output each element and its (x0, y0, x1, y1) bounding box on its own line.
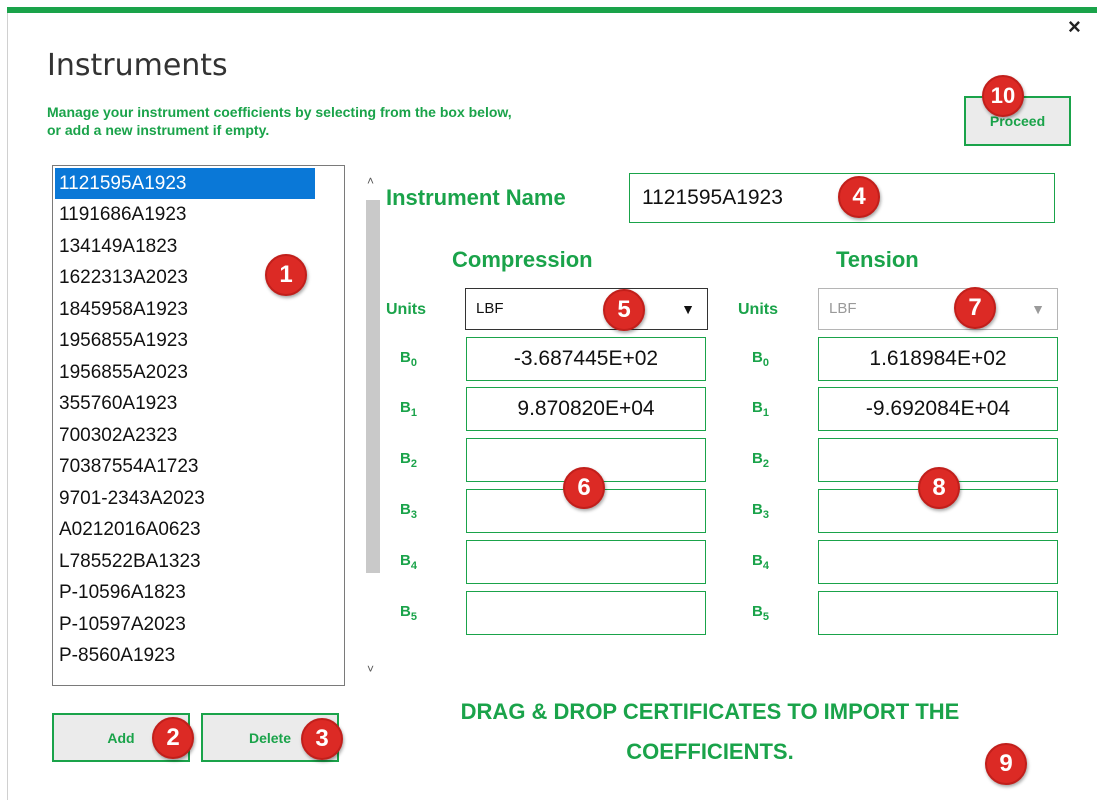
scroll-down-arrow-icon[interactable]: ˅ (367, 662, 374, 676)
compression-coef-label-b0: B0 (400, 349, 417, 369)
coef-label-subscript: 2 (410, 458, 417, 470)
list-item[interactable]: L785522BA1323 (55, 546, 315, 578)
list-item[interactable]: 1956855A2023 (55, 357, 315, 389)
coef-label-letter: B (752, 603, 763, 620)
tension-units-label: Units (738, 301, 778, 318)
compression-coef-input-b5[interactable] (466, 591, 706, 635)
tension-coef-label-b5: B5 (752, 603, 769, 623)
window-top-border (0, 0, 1097, 13)
window-left-border (7, 13, 8, 800)
instrument-listbox[interactable]: 1121595A1923 1191686A1923 134149A1823 16223… (52, 165, 380, 686)
coef-label-letter: B (400, 399, 411, 416)
compression-coef-input-b1[interactable]: 9.870820E+04 (466, 387, 706, 431)
list-item[interactable]: 70387554A1723 (55, 451, 315, 483)
annotation-badge-10: 10 (982, 75, 1024, 117)
coef-label-subscript: 5 (762, 611, 769, 623)
close-icon[interactable]: × (1068, 16, 1081, 38)
list-item[interactable]: 1191686A1923 (55, 199, 315, 231)
coef-label-subscript: 5 (410, 611, 417, 623)
compression-coef-label-b3: B3 (400, 501, 417, 521)
list-item[interactable]: 1845958A1923 (55, 294, 315, 326)
coef-label-subscript: 1 (762, 407, 769, 419)
coef-label-letter: B (400, 603, 411, 620)
coef-label-subscript: 0 (762, 357, 769, 369)
coef-label-letter: B (752, 399, 763, 416)
annotation-badge-3: 3 (301, 718, 343, 760)
instructions-text: Manage your instrument coefficients by s… (47, 103, 687, 139)
tension-coef-input-b5[interactable] (818, 591, 1058, 635)
scroll-up-arrow-icon[interactable]: ˄ (367, 174, 374, 188)
compression-units-value: LBF (476, 300, 504, 317)
tension-units-value: LBF (829, 300, 857, 317)
annotation-badge-4: 4 (838, 176, 880, 218)
coef-label-letter: B (400, 552, 411, 569)
list-item[interactable]: 9701-2343A2023 (55, 483, 315, 515)
listbox-scrollbar[interactable]: ˄ ˅ (363, 168, 383, 683)
instructions-line-2: or add a new instrument if empty. (47, 122, 270, 138)
instructions-line-1: Manage your instrument coefficients by s… (47, 104, 512, 120)
tension-title: Tension (836, 247, 919, 272)
page-title: Instruments (47, 48, 228, 83)
coef-label-subscript: 4 (762, 560, 769, 572)
coef-label-letter: B (752, 552, 763, 569)
coef-label-letter: B (400, 450, 411, 467)
compression-units-label: Units (386, 301, 426, 318)
coef-label-subscript: 3 (410, 509, 417, 521)
tension-coef-label-b1: B1 (752, 399, 769, 419)
instrument-list-items: 1121595A1923 1191686A1923 134149A1823 16223… (55, 168, 315, 672)
scroll-thumb[interactable] (366, 200, 380, 573)
compression-coef-label-b4: B4 (400, 552, 417, 572)
list-item[interactable]: P-10597A2023 (55, 609, 315, 641)
list-item[interactable]: P-8560A1923 (55, 640, 315, 672)
compression-coef-label-b5: B5 (400, 603, 417, 623)
tension-coef-label-b3: B3 (752, 501, 769, 521)
coef-label-subscript: 3 (762, 509, 769, 521)
annotation-badge-9: 9 (985, 743, 1027, 785)
tension-coef-input-b0[interactable]: 1.618984E+02 (818, 337, 1058, 381)
coef-label-subscript: 2 (762, 458, 769, 470)
list-item[interactable]: 1121595A1923 (55, 168, 315, 199)
coef-label-subscript: 0 (410, 357, 417, 369)
list-item[interactable]: 355760A1923 (55, 388, 315, 420)
tension-units-select: LBF ▼ (818, 288, 1058, 330)
compression-coef-input-b4[interactable] (466, 540, 706, 584)
compression-units-select[interactable]: LBF ▼ (465, 288, 708, 330)
coef-label-subscript: 1 (410, 407, 417, 419)
list-item[interactable]: 1956855A1923 (55, 325, 315, 357)
tension-coef-label-b0: B0 (752, 349, 769, 369)
coef-label-subscript: 4 (410, 560, 417, 572)
coef-label-letter: B (400, 349, 411, 366)
annotation-badge-6: 6 (563, 467, 605, 509)
annotation-badge-2: 2 (152, 717, 194, 759)
drag-drop-zone[interactable]: DRAG & DROP CERTIFICATES TO IMPORT THE C… (380, 692, 1040, 772)
instrument-name-label: Instrument Name (386, 185, 566, 210)
tension-coef-label-b2: B2 (752, 450, 769, 470)
coef-label-letter: B (752, 349, 763, 366)
chevron-down-icon[interactable]: ▼ (681, 289, 695, 329)
drag-drop-line-2: COEFFICIENTS. (626, 739, 794, 764)
annotation-badge-8: 8 (918, 467, 960, 509)
coef-label-letter: B (400, 501, 411, 518)
drag-drop-line-1: DRAG & DROP CERTIFICATES TO IMPORT THE (460, 699, 960, 724)
annotation-badge-1: 1 (265, 254, 307, 296)
tension-coef-input-b1[interactable]: -9.692084E+04 (818, 387, 1058, 431)
tension-coef-label-b4: B4 (752, 552, 769, 572)
annotation-badge-5: 5 (603, 289, 645, 331)
list-item[interactable]: P-10596A1823 (55, 577, 315, 609)
list-item[interactable]: 700302A2323 (55, 420, 315, 452)
list-item[interactable]: A0212016A0623 (55, 514, 315, 546)
annotation-badge-7: 7 (954, 287, 996, 329)
compression-title: Compression (452, 247, 593, 272)
compression-coef-label-b1: B1 (400, 399, 417, 419)
chevron-down-icon: ▼ (1031, 301, 1045, 317)
compression-coef-input-b0[interactable]: -3.687445E+02 (466, 337, 706, 381)
accent-bar (7, 7, 1097, 13)
coef-label-letter: B (752, 501, 763, 518)
coef-label-letter: B (752, 450, 763, 467)
tension-coef-input-b4[interactable] (818, 540, 1058, 584)
compression-coef-label-b2: B2 (400, 450, 417, 470)
